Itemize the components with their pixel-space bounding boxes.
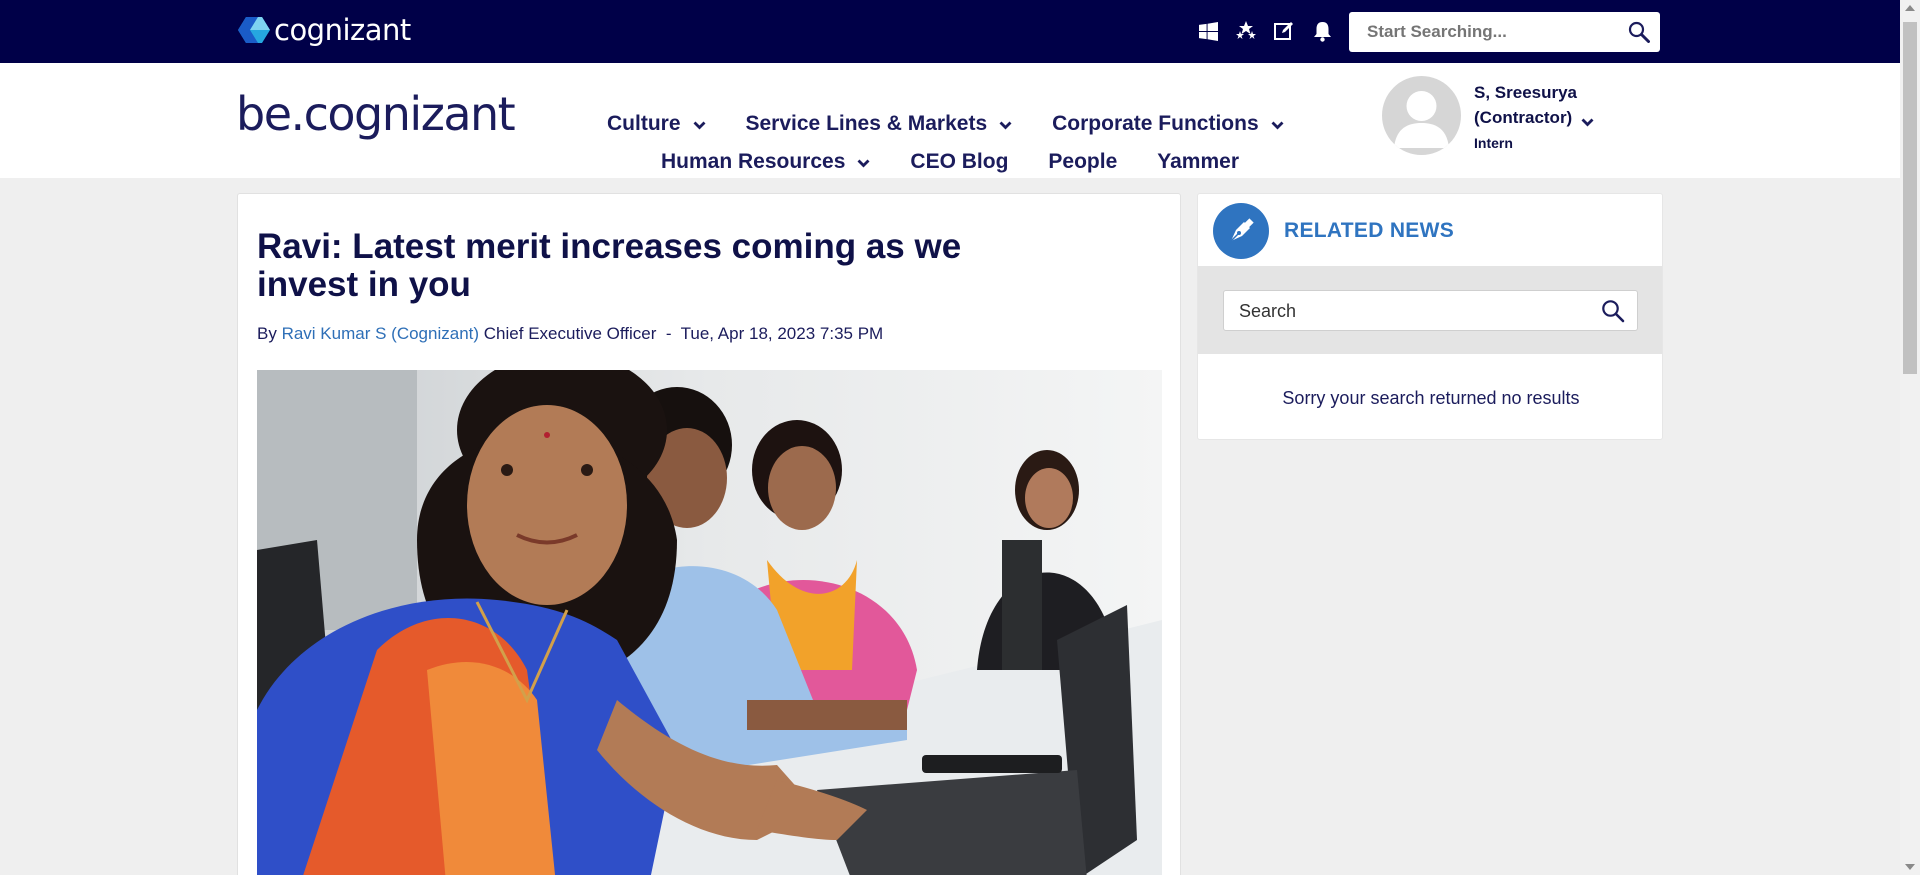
chevron-down-icon [999,112,1012,136]
nav-item-yammer[interactable]: Yammer [1157,150,1239,174]
nav-item-human-resources[interactable]: Human Resources [661,150,870,174]
nav-item-service-lines-markets[interactable]: Service Lines & Markets [746,112,1013,136]
main-nav-row-1: Culture Service Lines & Markets Corporat… [607,112,1324,136]
avatar[interactable] [1382,76,1461,155]
nav-item-corporate-functions[interactable]: Corporate Functions [1052,112,1284,136]
article-title: Ravi: Latest merit increases coming as w… [257,227,962,304]
nav-item-label: Yammer [1157,150,1239,173]
stars-icon[interactable] [1234,19,1258,43]
scroll-up-arrow-icon[interactable] [1905,5,1915,11]
bell-icon[interactable] [1310,19,1334,43]
byline-prefix: By [257,324,277,343]
edit-icon[interactable] [1272,19,1296,43]
related-news-header: RELATED NEWS [1198,194,1662,266]
nav-item-ceo-blog[interactable]: CEO Blog [910,150,1008,174]
logo-text: cognizant [274,13,411,47]
author-position: Chief Executive Officer [483,324,657,343]
chevron-down-icon [693,112,706,136]
office-meeting-photo [257,370,1162,875]
search-icon[interactable] [1628,21,1650,48]
byline-separator: - [665,324,672,343]
search-icon[interactable] [1601,299,1625,328]
global-search-input[interactable] [1367,22,1617,42]
user-role: Intern [1474,135,1513,151]
top-bar: cognizant [0,0,1900,63]
nav-item-label: Human Resources [661,150,846,173]
related-news-title: RELATED NEWS [1284,219,1455,242]
windows-icon[interactable] [1196,19,1220,43]
global-search-box[interactable] [1349,12,1660,52]
page-scrollbar[interactable] [1900,0,1920,875]
scroll-down-arrow-icon[interactable] [1905,864,1915,870]
scrollbar-thumb[interactable] [1903,22,1917,374]
article-hero-image [257,370,1162,875]
nav-item-label: CEO Blog [910,150,1009,173]
chevron-down-icon [1271,112,1284,136]
related-search-box[interactable] [1223,290,1638,331]
related-search-area [1198,266,1662,354]
cognizant-logo[interactable]: cognizant [238,13,411,47]
site-header: be.cognizant Culture Service Lines & Mar… [0,63,1900,178]
cognizant-logo-mark [238,17,270,43]
chevron-down-icon[interactable] [1581,114,1594,132]
nav-item-label: Corporate Functions [1052,112,1259,135]
related-search-input[interactable] [1239,301,1579,322]
chevron-down-icon [857,150,870,174]
pen-nib-icon [1213,203,1269,259]
article-byline: By Ravi Kumar S (Cognizant) Chief Execut… [257,324,883,344]
author-link[interactable]: Ravi Kumar S (Cognizant) [282,324,479,343]
nav-item-label: People [1048,150,1118,173]
article-card: Ravi: Latest merit increases coming as w… [237,193,1181,875]
nav-item-culture[interactable]: Culture [607,112,706,136]
site-brand[interactable]: be.cognizant [236,87,516,141]
related-news-panel: RELATED NEWS Sorry your search returned … [1197,193,1663,440]
user-silhouette-icon [1394,91,1449,148]
article-date: Tue, Apr 18, 2023 7:35 PM [680,324,884,343]
nav-item-label: Culture [607,112,681,135]
nav-item-label: Service Lines & Markets [745,112,988,135]
main-nav-row-2: Human Resources CEO Blog People Yammer [661,150,1279,174]
nav-item-people[interactable]: People [1048,150,1117,174]
top-icon-group [1196,19,1334,43]
no-results-message: Sorry your search returned no results [1282,388,1580,408]
